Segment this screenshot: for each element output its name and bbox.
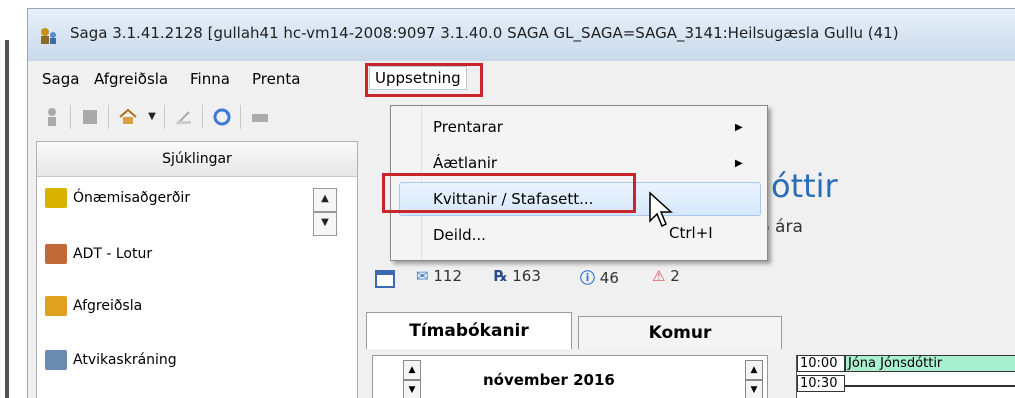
mouse-cursor-icon <box>649 191 673 228</box>
sidebar-scroll-down-button[interactable]: ▼ <box>313 212 337 236</box>
home-tool-icon[interactable] <box>118 107 138 127</box>
saga-window: Saga 3.1.41.2128 [gullah41 hc-vm14-2008:… <box>27 8 1015 398</box>
app-screen: Saga 3.1.41.2128 [gullah41 hc-vm14-2008:… <box>0 0 1015 398</box>
sidebar-item-label: Afgreiðsla <box>73 298 143 314</box>
person-tool-icon[interactable] <box>42 107 62 127</box>
month-calendar: ▲ ▼ nóvember 2016 ▲ ▼ <box>372 355 768 398</box>
person-icon <box>45 244 67 264</box>
sidebar-item-label: Atvikaskráning <box>73 352 177 368</box>
toolbar-separator <box>70 105 71 129</box>
toolbar-separator <box>240 105 241 129</box>
sidebar-item-label: Ónæmisaðgerðir <box>73 190 191 206</box>
calendar-prev-down-button[interactable]: ▼ <box>403 380 421 398</box>
dropdown-arrow-icon[interactable]: ▼ <box>142 107 162 127</box>
menu-item-kvittanir-stafasett[interactable]: Kvittanir / Stafasett... <box>433 184 593 214</box>
warning-count: 2 <box>670 267 680 285</box>
info-icon: ⓘ <box>580 269 596 287</box>
sidebar-header[interactable]: Sjúklingar <box>37 142 357 177</box>
title-bar[interactable]: Saga 3.1.41.2128 [gullah41 hc-vm14-2008:… <box>28 9 1015 61</box>
sidebar-scroll-up-button[interactable]: ▲ <box>313 188 337 212</box>
schedule-slot[interactable]: 10:00 Jóna Jónsdóttir <box>797 355 1015 373</box>
messages-stat[interactable]: ✉ 112 <box>416 267 462 285</box>
submenu-arrow-icon: ▶ <box>735 122 743 133</box>
sidebar-item-atvikaskraning[interactable]: Atvikaskráning <box>45 350 177 376</box>
warning-icon: ⚠ <box>652 267 666 285</box>
menu-uppsetning[interactable]: Uppsetning <box>369 66 467 90</box>
prescriptions-stat[interactable]: ℞ 163 <box>494 267 541 285</box>
info-stat[interactable]: ⓘ 46 <box>580 267 619 288</box>
tab-timabokanir[interactable]: Tímabókanir <box>366 312 572 349</box>
toolbar-separator <box>164 105 165 129</box>
schedule-slot[interactable]: 10:30 <box>797 375 1015 393</box>
edit-tool-icon[interactable] <box>174 107 194 127</box>
vaccination-icon <box>45 188 67 208</box>
slot-time: 10:30 <box>797 375 845 392</box>
menu-afgreidsla[interactable]: Afgreiðsla <box>94 70 168 88</box>
content-tabs: Tímabókanir Komur <box>364 312 1015 352</box>
saga-app-icon <box>38 26 60 46</box>
calendar-icon[interactable] <box>374 267 396 293</box>
calendar-month: nóvember 2016 <box>483 371 615 389</box>
info-count: 46 <box>599 269 619 287</box>
reception-icon <box>45 296 67 316</box>
menu-bar: Saga Afgreiðsla Finna Prenta Uppsetning <box>28 61 1015 98</box>
messages-count: 112 <box>433 267 462 285</box>
sidebar-item-afgreidsla[interactable]: Afgreiðsla <box>45 296 142 322</box>
desktop-edge <box>0 0 27 398</box>
slot-patient: Jóna Jónsdóttir <box>845 355 1015 372</box>
menu-saga[interactable]: Saga <box>42 70 79 88</box>
sidebar-item-label: ADT - Lotur <box>73 246 153 262</box>
patient-stats-bar: ✉ 112 ℞ 163 ⓘ 46 ⚠ 2 <box>364 261 1015 297</box>
uppsetning-dropdown-menu: Prentarar ▶ Áætlanir ▶ Kvittanir / Stafa… <box>390 105 768 261</box>
rx-icon: ℞ <box>494 267 508 285</box>
appointment-schedule: 10:00 Jóna Jónsdóttir 10:30 <box>796 355 1015 398</box>
tab-komur[interactable]: Komur <box>578 316 782 349</box>
warning-stat[interactable]: ⚠ 2 <box>652 267 680 285</box>
incident-icon <box>45 350 67 370</box>
menu-item-aaetlanir[interactable]: Áætlanir <box>433 148 497 178</box>
menu-item-deild[interactable]: Deild... <box>433 220 486 250</box>
submenu-arrow-icon: ▶ <box>735 158 743 169</box>
window-border <box>5 40 9 398</box>
toolbar-separator <box>108 105 109 129</box>
puzzle-tool-icon[interactable] <box>80 107 100 127</box>
refresh-icon[interactable] <box>212 107 232 127</box>
slot-time: 10:00 <box>797 355 845 372</box>
calendar-next-up-button[interactable]: ▲ <box>745 360 763 380</box>
window-title: Saga 3.1.41.2128 [gullah41 hc-vm14-2008:… <box>70 24 899 42</box>
calendar-next-down-button[interactable]: ▼ <box>745 380 763 398</box>
patients-sidebar: Sjúklingar Ónæmisaðgerðir ▲ ▼ ADT - Lotu… <box>36 141 358 398</box>
printer-tool-icon[interactable] <box>250 107 270 127</box>
toolbar-separator <box>202 105 203 129</box>
mail-icon: ✉ <box>416 267 429 285</box>
calendar-prev-up-button[interactable]: ▲ <box>403 360 421 380</box>
menu-finna[interactable]: Finna <box>190 70 230 88</box>
sidebar-item-adt-lotur[interactable]: ADT - Lotur <box>45 244 152 270</box>
menu-prenta[interactable]: Prenta <box>252 70 300 88</box>
slot-patient <box>845 385 1015 387</box>
prescriptions-count: 163 <box>512 267 541 285</box>
sidebar-item-onaemisadgerdir[interactable]: Ónæmisaðgerðir <box>45 188 190 214</box>
menu-item-prentarar[interactable]: Prentarar <box>433 112 503 142</box>
